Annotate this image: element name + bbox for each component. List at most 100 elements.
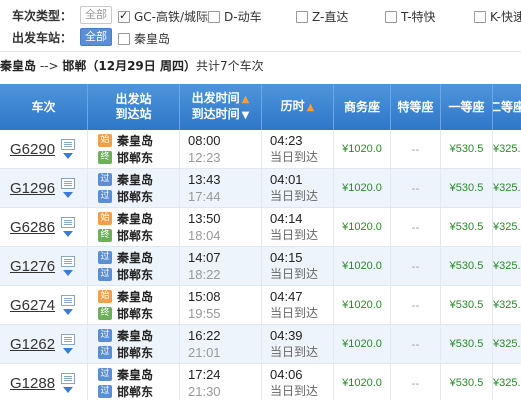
train-number-link[interactable]: G1288 — [10, 375, 55, 392]
checkbox-z[interactable] — [296, 10, 308, 23]
train-info-icon[interactable] — [61, 373, 76, 384]
duration-cell: 04:01 当日到达 — [262, 169, 334, 207]
first-class-price[interactable]: ¥530.5 — [441, 286, 493, 324]
business-seat-price[interactable]: ¥1020.0 — [334, 364, 391, 400]
table-row[interactable]: G1276 过秦皇岛过邯郸东 14:07 18:22 04:15 当日到达 ¥1020.0-… — [0, 247, 521, 286]
arrival-badge: 过 — [98, 268, 112, 281]
route-from: 秦皇岛 — [0, 59, 37, 73]
special-seat-price: -- — [391, 208, 441, 246]
duration-value: 04:39 — [270, 328, 303, 343]
train-number-link[interactable]: G6290 — [10, 141, 55, 158]
business-seat-price[interactable]: ¥1020.0 — [334, 169, 391, 207]
train-number-link[interactable]: G1276 — [10, 258, 55, 275]
first-class-price[interactable]: ¥530.5 — [441, 169, 493, 207]
table-row[interactable]: G6286 始秦皇岛终邯郸东 13:50 18:04 04:14 当日到达 ¥1020.0-… — [0, 208, 521, 247]
second-class-price[interactable]: ¥325.0 — [493, 247, 521, 285]
checkbox-d[interactable] — [208, 10, 220, 23]
filter-option-z[interactable]: Z-直达 — [296, 8, 348, 25]
business-seat-price[interactable]: ¥1020.0 — [334, 286, 391, 324]
checkbox-k[interactable] — [474, 10, 486, 23]
table-row[interactable]: G1296 过秦皇岛过邯郸东 13:43 17:44 04:01 当日到达 ¥1020.0-… — [0, 169, 521, 208]
train-type-filter-row: 车次类型： 全部 — [12, 5, 112, 25]
train-number-link[interactable]: G1262 — [10, 336, 55, 353]
header-special-seat: 特等座 — [391, 84, 441, 130]
train-number-link[interactable]: G6274 — [10, 297, 55, 314]
stations-cell: 始秦皇岛终邯郸东 — [88, 130, 180, 168]
train-type-all-button[interactable]: 全部 — [80, 6, 112, 24]
table-row[interactable]: G1262 过秦皇岛过邯郸东 16:22 21:01 04:39 当日到达 ¥1020.0-… — [0, 325, 521, 364]
duration-value: 04:14 — [270, 211, 303, 226]
arrival-badge: 终 — [98, 229, 112, 242]
train-cell: G1296 — [0, 169, 88, 207]
table-row[interactable]: G6274 始秦皇岛终邯郸东 15:08 19:55 04:47 当日到达 ¥1020.0-… — [0, 286, 521, 325]
train-info-icon[interactable] — [61, 139, 76, 150]
second-class-price[interactable]: ¥325.0 — [493, 364, 521, 400]
expand-arrow-icon[interactable] — [63, 270, 74, 276]
arrival-station-name: 邯郸东 — [117, 346, 154, 360]
first-class-price[interactable]: ¥530.5 — [441, 364, 493, 400]
business-seat-price[interactable]: ¥1020.0 — [334, 130, 391, 168]
train-cell: G1262 — [0, 325, 88, 363]
times-cell: 08:00 12:23 — [180, 130, 262, 168]
train-info-icon[interactable] — [61, 295, 76, 306]
train-cell: G6274 — [0, 286, 88, 324]
arrival-badge: 终 — [98, 151, 112, 164]
train-number-link[interactable]: G1296 — [10, 180, 55, 197]
first-class-price[interactable]: ¥530.5 — [441, 325, 493, 363]
filter-option-k[interactable]: K-快速 — [474, 8, 521, 25]
second-class-price[interactable]: ¥325.0 — [493, 208, 521, 246]
expand-arrow-icon[interactable] — [63, 153, 74, 159]
expand-arrow-icon[interactable] — [63, 387, 74, 393]
duration-cell: 04:39 当日到达 — [262, 325, 334, 363]
expand-arrow-icon[interactable] — [63, 309, 74, 315]
checkbox-gc[interactable] — [118, 9, 130, 23]
expand-arrow-icon[interactable] — [63, 192, 74, 198]
station-all-button[interactable]: 全部 — [80, 28, 112, 46]
filter-option-t[interactable]: T-特快 — [385, 8, 436, 25]
second-class-price[interactable]: ¥325.0 — [493, 130, 521, 168]
arrival-note: 当日到达 — [270, 384, 319, 398]
sort-up-icon[interactable]: ▲ — [242, 94, 250, 105]
filter-option-gc[interactable]: GC-高铁/城际 — [118, 8, 208, 25]
train-info-icon[interactable] — [61, 256, 76, 267]
arrival-badge: 过 — [98, 385, 112, 398]
arrival-station-name: 邯郸东 — [117, 307, 154, 321]
departure-badge: 过 — [98, 173, 112, 186]
first-class-price[interactable]: ¥530.5 — [441, 130, 493, 168]
second-class-price[interactable]: ¥325.0 — [493, 325, 521, 363]
train-info-icon[interactable] — [61, 217, 76, 228]
train-cell: G6286 — [0, 208, 88, 246]
header-duration[interactable]: 历时 ▲ — [262, 84, 334, 130]
train-number-link[interactable]: G6286 — [10, 219, 55, 236]
checkbox-t[interactable] — [385, 10, 397, 23]
business-seat-price[interactable]: ¥1020.0 — [334, 247, 391, 285]
filter-option-d[interactable]: D-动车 — [208, 8, 262, 25]
divider — [0, 51, 521, 52]
sort-up-icon[interactable]: ▲ — [307, 102, 315, 113]
header-arrival-time[interactable]: 到达时间 ▼ — [192, 107, 250, 123]
station-option-qinhuangdao[interactable]: 秦皇岛 — [118, 30, 170, 47]
header-times[interactable]: 出发时间 ▲ 到达时间 ▼ — [180, 84, 262, 130]
second-class-price[interactable]: ¥325.0 — [493, 169, 521, 207]
business-seat-price[interactable]: ¥1020.0 — [334, 325, 391, 363]
departure-badge: 始 — [98, 212, 112, 225]
checkbox-station-qinhuangdao[interactable] — [118, 32, 130, 45]
business-seat-price[interactable]: ¥1020.0 — [334, 208, 391, 246]
header-departure-time[interactable]: 出发时间 ▲ — [192, 91, 250, 107]
expand-arrow-icon[interactable] — [63, 231, 74, 237]
duration-value: 04:01 — [270, 172, 303, 187]
sort-down-icon[interactable]: ▼ — [242, 110, 250, 121]
table-row[interactable]: G1288 过秦皇岛过邯郸东 17:24 21:30 04:06 当日到达 ¥1020.0-… — [0, 364, 521, 400]
train-icons — [61, 295, 76, 315]
duration-value: 04:15 — [270, 250, 303, 265]
first-class-price[interactable]: ¥530.5 — [441, 247, 493, 285]
train-info-icon[interactable] — [61, 334, 76, 345]
header-second-class: 二等座 — [493, 99, 521, 114]
departure-station: 始秦皇岛 — [98, 210, 153, 227]
second-class-price[interactable]: ¥325.0 — [493, 286, 521, 324]
station-filter-label: 出发车站： — [12, 30, 73, 45]
expand-arrow-icon[interactable] — [63, 348, 74, 354]
table-row[interactable]: G6290 始秦皇岛终邯郸东 08:00 12:23 04:23 当日到达 ¥1020.0-… — [0, 130, 521, 169]
first-class-price[interactable]: ¥530.5 — [441, 208, 493, 246]
train-info-icon[interactable] — [61, 178, 76, 189]
